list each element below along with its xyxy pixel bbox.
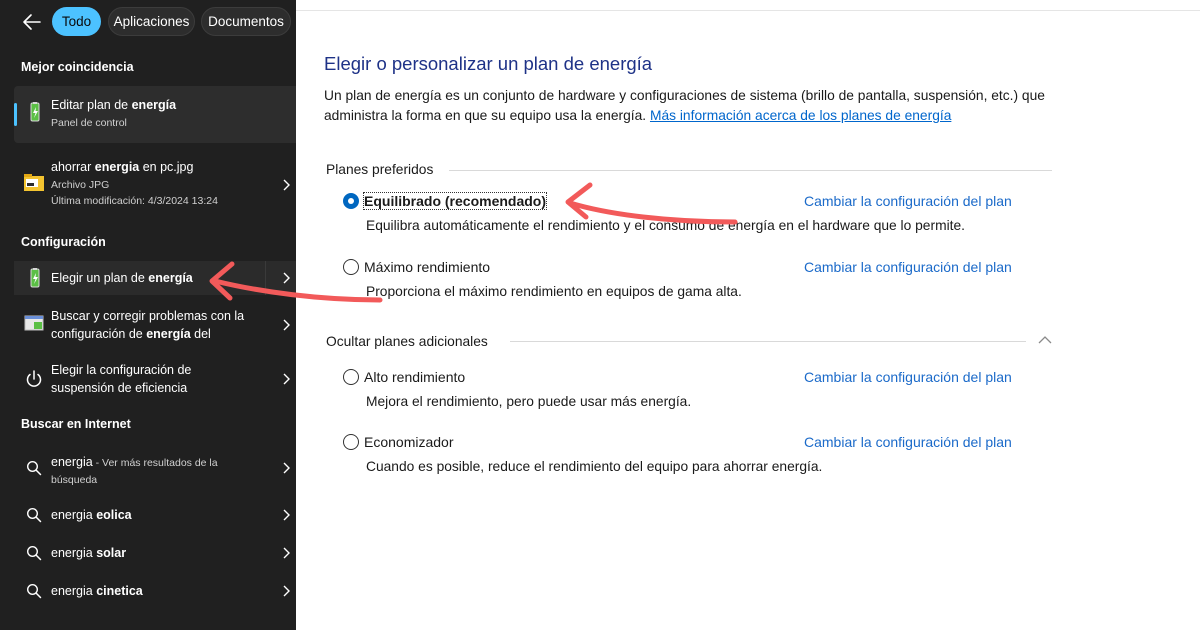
plan-name[interactable]: Máximo rendimiento <box>364 259 490 275</box>
chevron-right-icon[interactable] <box>282 373 290 385</box>
page-title: Elegir o personalizar un plan de energía <box>324 53 653 74</box>
divider <box>449 170 1052 171</box>
plan-description: Proporciona el máximo rendimiento en equ… <box>366 284 742 299</box>
best-match-result[interactable]: Editar plan de energía Panel de control <box>14 86 296 143</box>
tab-aplicaciones[interactable]: Aplicaciones <box>108 7 195 36</box>
web-suggestion-cinetica[interactable]: energia cinetica <box>14 576 296 606</box>
plan-name[interactable]: Equilibrado (recomendado) <box>362 192 548 210</box>
page-description: Un plan de energía es un conjunto de har… <box>324 88 1045 123</box>
plan-name[interactable]: Alto rendimiento <box>364 369 465 385</box>
more-info-link[interactable]: Más información acerca de los planes de … <box>650 108 951 123</box>
search-icon <box>26 583 42 599</box>
plan-radio-economizador[interactable] <box>343 434 359 450</box>
chevron-right-icon[interactable] <box>282 585 290 597</box>
divider <box>265 261 266 295</box>
selection-accent <box>14 103 17 126</box>
divider <box>510 341 1026 342</box>
web-result-more[interactable]: energia - Ver más resultados de la búsqu… <box>14 447 296 493</box>
plan-description: Cuando es posible, reduce el rendimiento… <box>366 459 823 474</box>
web-suggestion-eolica[interactable]: energia eolica <box>14 500 296 530</box>
settings-item-label-line2: configuración de energía del <box>51 327 211 341</box>
settings-item-label: Buscar y corregir problemas con la <box>51 309 245 323</box>
tab-documentos[interactable]: Documentos <box>201 7 291 36</box>
web-suggestion-solar[interactable]: energia solar <box>14 538 296 568</box>
hidden-plans-heading[interactable]: Ocultar planes adicionales <box>326 334 488 349</box>
file-result-title: ahorrar energia en pc.jpg <box>51 160 194 174</box>
plan-description: Equilibra automáticamente el rendimiento… <box>366 218 965 233</box>
power-icon <box>26 370 42 387</box>
change-plan-link[interactable]: Cambiar la configuración del plan <box>804 259 1012 275</box>
plan-name[interactable]: Economizador <box>364 434 454 450</box>
window-divider <box>296 10 1200 11</box>
file-result[interactable]: ahorrar energia en pc.jpg Archivo JPG Úl… <box>14 150 296 216</box>
chevron-right-icon[interactable] <box>282 319 290 331</box>
plan-radio-equilibrado[interactable] <box>343 193 359 209</box>
settings-item-label: Elegir un plan de energía <box>51 271 193 285</box>
annotation-arrow-plan <box>565 182 738 225</box>
web-suggestion-label: energia solar <box>51 546 127 560</box>
search-icon <box>26 507 42 523</box>
file-result-modified: Última modificación: 4/3/2024 13:24 <box>51 195 218 207</box>
change-plan-link[interactable]: Cambiar la configuración del plan <box>804 369 1012 385</box>
best-match-heading: Mejor coincidencia <box>21 60 134 74</box>
web-result-label: energia - Ver más resultados de la <box>51 455 218 469</box>
best-match-title: Editar plan de energía <box>51 98 177 112</box>
settings-item-suspension[interactable]: Elegir la configuración de suspensión de… <box>14 356 296 402</box>
plan-radio-maximo[interactable] <box>343 259 359 275</box>
file-result-type: Archivo JPG <box>51 179 110 191</box>
troubleshoot-icon <box>24 315 44 331</box>
search-icon <box>26 545 42 561</box>
tab-todo[interactable]: Todo <box>52 7 101 36</box>
change-plan-link[interactable]: Cambiar la configuración del plan <box>804 193 1012 209</box>
battery-icon <box>30 102 40 122</box>
web-search-heading: Buscar en Internet <box>21 417 131 431</box>
plan-description: Mejora el rendimiento, pero puede usar m… <box>366 394 692 409</box>
chevron-up-icon[interactable] <box>1038 335 1052 345</box>
web-suggestion-label: energia cinetica <box>51 584 143 598</box>
web-result-label-line2: búsqueda <box>51 474 98 486</box>
chevron-right-icon[interactable] <box>282 547 290 559</box>
settings-item-label-line2: suspensión de eficiencia <box>51 381 188 395</box>
change-plan-link[interactable]: Cambiar la configuración del plan <box>804 434 1012 450</box>
chevron-right-icon[interactable] <box>282 179 290 191</box>
web-suggestion-label: energia eolica <box>51 508 132 522</box>
chevron-right-icon[interactable] <box>282 509 290 521</box>
battery-icon <box>30 268 40 288</box>
image-file-icon <box>24 174 44 191</box>
settings-item-label: Elegir la configuración de <box>51 363 192 377</box>
settings-heading: Configuración <box>21 235 106 249</box>
settings-item-elegir-plan[interactable]: Elegir un plan de energía <box>14 261 296 295</box>
settings-item-troubleshoot[interactable]: Buscar y corregir problemas con la confi… <box>14 302 296 348</box>
search-icon <box>26 460 42 476</box>
chevron-right-icon[interactable] <box>282 272 290 284</box>
preferred-plans-heading: Planes preferidos <box>326 162 434 177</box>
chevron-right-icon[interactable] <box>282 462 290 474</box>
back-arrow-icon[interactable] <box>20 10 44 34</box>
best-match-subtitle: Panel de control <box>51 117 127 129</box>
search-panel: Todo Aplicaciones Documentos Mejor coinc… <box>0 0 296 630</box>
plan-radio-alto[interactable] <box>343 369 359 385</box>
